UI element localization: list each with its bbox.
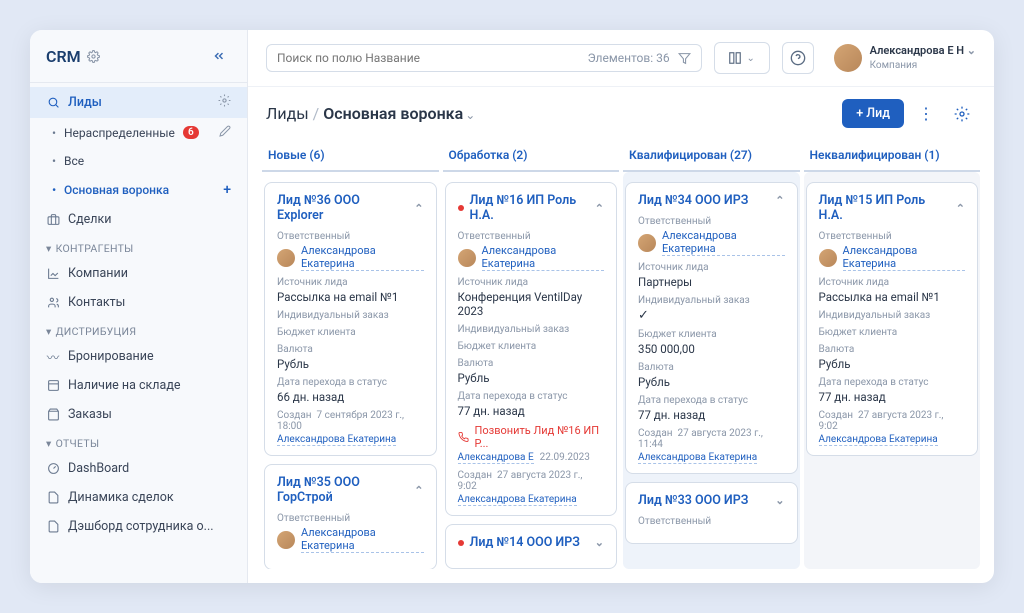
wave-icon: 〰: [46, 350, 60, 364]
cart-icon: [46, 408, 60, 422]
search-icon: [46, 96, 60, 110]
lead-card[interactable]: Лид №35 ООО ГорСтрой⌃ ОтветственныйАлекс…: [264, 464, 437, 569]
kanban-board: Новые (6) Лид №36 ООО Explorer⌃ Ответств…: [248, 140, 994, 583]
lead-card[interactable]: Лид №15 ИП Роль Н.А.⌃ ОтветственныйАлекс…: [806, 182, 979, 456]
column-qualified: Квалифицирован (27) Лид №34 ООО ИРЗ⌃ Отв…: [623, 140, 800, 569]
settings-button[interactable]: [948, 100, 976, 128]
collapse-icon[interactable]: ⌃: [414, 484, 423, 497]
sidebar-sub-unassigned[interactable]: Нераспределенные 6: [30, 118, 247, 147]
collapse-icon[interactable]: ⌃: [595, 202, 604, 215]
users-icon: [46, 296, 60, 310]
sidebar-item-orders[interactable]: Заказы: [30, 400, 247, 429]
creator-link[interactable]: Александрова Екатерина: [458, 494, 577, 506]
section-reports: ▾ОТЧЕТЫ: [30, 429, 247, 454]
lead-card[interactable]: Лид №33 ООО ИРЗ⌄ Ответственный: [625, 482, 798, 544]
creator-link[interactable]: Александрова Екатерина: [638, 452, 757, 464]
dot-icon: [458, 540, 464, 546]
user-company: Компания: [870, 59, 976, 72]
brand[interactable]: CRM: [46, 47, 100, 66]
user-name: Александрова Е Н: [870, 44, 976, 58]
main: Элементов: 36 ⌄ Александрова Е Н Компани…: [248, 30, 994, 583]
sidebar-item-dashboard[interactable]: DashBoard: [30, 454, 247, 483]
sidebar: CRM Лиды Нераспределенные 6 Все Основная…: [30, 30, 248, 583]
column-processing: Обработка (2) Лид №16 ИП Роль Н.А.⌃ Отве…: [443, 140, 620, 569]
lead-card[interactable]: Лид №34 ООО ИРЗ⌃ ОтветственныйАлександро…: [625, 182, 798, 474]
more-button[interactable]: ⋮: [912, 100, 940, 128]
expand-icon[interactable]: ⌄: [595, 536, 604, 549]
doc-icon: [46, 520, 60, 534]
result-count: Элементов: 36: [588, 51, 670, 65]
assignee-link[interactable]: Александрова Екатерина: [301, 526, 424, 553]
filter-icon[interactable]: [678, 52, 691, 65]
collapse-icon[interactable]: ⌃: [414, 202, 423, 215]
lead-card[interactable]: Лид №14 ООО ИРЗ⌄: [445, 524, 618, 569]
sidebar-item-stock[interactable]: Наличие на складе: [30, 371, 247, 400]
pencil-icon[interactable]: [219, 125, 231, 137]
chart-icon: [46, 267, 60, 281]
sidebar-item-leads[interactable]: Лиды: [30, 87, 247, 118]
avatar: [458, 249, 476, 267]
gear-icon: [87, 50, 100, 63]
sidebar-item-contacts[interactable]: Контакты: [30, 288, 247, 317]
sidebar-item-booking[interactable]: 〰 Бронирование: [30, 342, 247, 371]
assignee-link[interactable]: Александрова Екатерина: [843, 244, 966, 271]
collapse-button[interactable]: [207, 44, 231, 68]
layout-toggle[interactable]: ⌄: [714, 42, 770, 74]
assignee-link[interactable]: Александрова Екатерина: [301, 244, 424, 271]
user-menu[interactable]: Александрова Е Н Компания: [826, 44, 976, 72]
lead-card[interactable]: Лид №36 ООО Explorer⌃ ОтветственныйАлекс…: [264, 182, 437, 456]
sidebar-item-deals[interactable]: Сделки: [30, 205, 247, 234]
count-badge: 6: [183, 126, 199, 139]
column-header[interactable]: Квалифицирован (27): [623, 140, 800, 172]
phone-icon: [458, 431, 469, 443]
lead-card[interactable]: Лид №16 ИП Роль Н.А.⌃ ОтветственныйАлекс…: [445, 182, 618, 516]
sidebar-sub-funnel[interactable]: Основная воронка +: [30, 175, 247, 205]
check-icon: ✓: [638, 308, 785, 323]
sidebar-sub-all[interactable]: Все: [30, 147, 247, 175]
doc-icon: [46, 491, 60, 505]
avatar: [819, 249, 837, 267]
gauge-icon: [46, 462, 60, 476]
plus-icon[interactable]: +: [223, 182, 231, 198]
gear-icon[interactable]: [218, 94, 231, 107]
help-button[interactable]: [782, 42, 814, 74]
dot-icon: [458, 205, 464, 211]
column-new: Новые (6) Лид №36 ООО Explorer⌃ Ответств…: [262, 140, 439, 569]
expand-icon[interactable]: ⌄: [775, 494, 784, 507]
collapse-icon[interactable]: ⌃: [956, 202, 965, 215]
search-input[interactable]: [277, 51, 580, 65]
section-contractors: ▾КОНТРАГЕНТЫ: [30, 234, 247, 259]
search-bar[interactable]: Элементов: 36: [266, 44, 702, 72]
creator-link[interactable]: Александрова Екатерина: [819, 434, 938, 446]
call-action[interactable]: Позвонить Лид №16 ИП Р...: [458, 424, 605, 450]
assignee-link[interactable]: Александрова Екатерина: [662, 229, 785, 256]
avatar: [834, 44, 862, 72]
sidebar-item-deal-dynamics[interactable]: Динамика сделок: [30, 483, 247, 512]
creator-link[interactable]: Александрова Екатерина: [277, 434, 396, 446]
section-distribution: ▾ДИСТРИБУЦИЯ: [30, 317, 247, 342]
avatar: [638, 234, 656, 252]
sidebar-item-emp-dashboard[interactable]: Дэшборд сотрудника о...: [30, 512, 247, 541]
sidebar-item-companies[interactable]: Компании: [30, 259, 247, 288]
column-header[interactable]: Неквалифицирован (1): [804, 140, 981, 172]
avatar: [277, 531, 295, 549]
add-lead-button[interactable]: + Лид: [842, 99, 904, 128]
box-icon: [46, 379, 60, 393]
briefcase-icon: [46, 213, 60, 227]
chevron-down-icon[interactable]: ⌄: [465, 108, 475, 122]
column-unqualified: Неквалифицирован (1) Лид №15 ИП Роль Н.А…: [804, 140, 981, 569]
assignee-link[interactable]: Александрова Екатерина: [482, 244, 605, 271]
avatar: [277, 249, 295, 267]
column-header[interactable]: Новые (6): [262, 140, 439, 172]
collapse-icon[interactable]: ⌃: [775, 194, 784, 207]
column-header[interactable]: Обработка (2): [443, 140, 620, 172]
breadcrumb: Лиды/Основная воронка⌄: [266, 104, 475, 123]
